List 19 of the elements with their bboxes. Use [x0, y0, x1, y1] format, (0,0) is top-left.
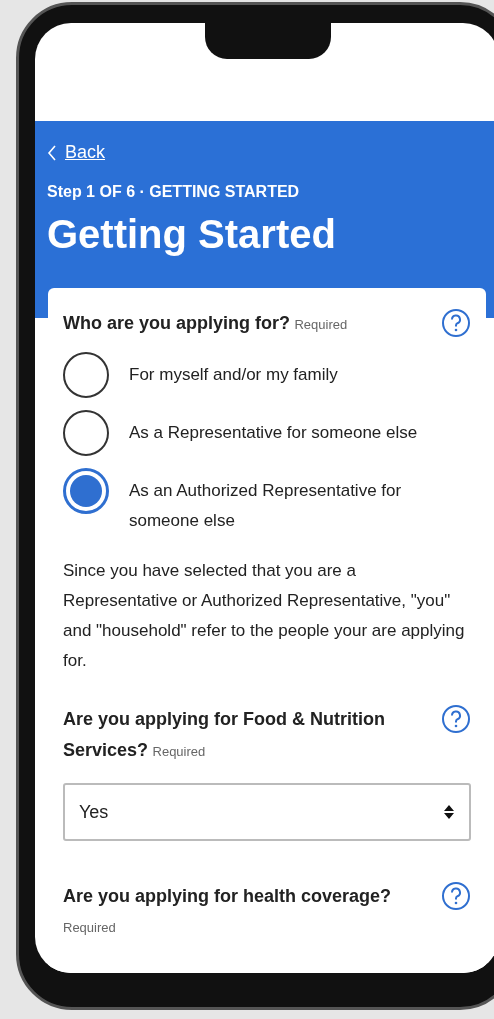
step-label: Step 1 OF 6 · GETTING STARTED	[47, 182, 301, 202]
radio-button[interactable]	[63, 468, 109, 514]
question-label: Are you applying for health coverage? Required	[63, 885, 393, 937]
radio-label[interactable]: As a Representative for someone else	[129, 410, 418, 448]
page-title: Getting Started	[47, 211, 337, 258]
help-icon[interactable]	[441, 704, 471, 734]
question-label: Are you applying for Food & Nutrition Services? Required	[63, 708, 386, 762]
radio-label[interactable]: For myself and/or my family	[129, 352, 338, 390]
radio-button[interactable]	[63, 410, 109, 456]
help-icon[interactable]	[441, 308, 471, 338]
sort-icon	[443, 804, 455, 820]
chevron-left-icon[interactable]	[47, 143, 57, 162]
back-link[interactable]: Back	[65, 139, 106, 166]
select-field[interactable]: Yes	[63, 783, 471, 841]
question-label: Who are you applying for? Required	[63, 312, 348, 335]
radio-label[interactable]: As an Authorized Representative for someone else	[129, 468, 471, 536]
info-text: Since you have selected that you are a Representative or Authorized Representative, "you" and "household" refer to the people your are applying for.	[63, 560, 466, 672]
radio-button[interactable]	[63, 352, 109, 398]
help-icon[interactable]	[441, 881, 471, 911]
